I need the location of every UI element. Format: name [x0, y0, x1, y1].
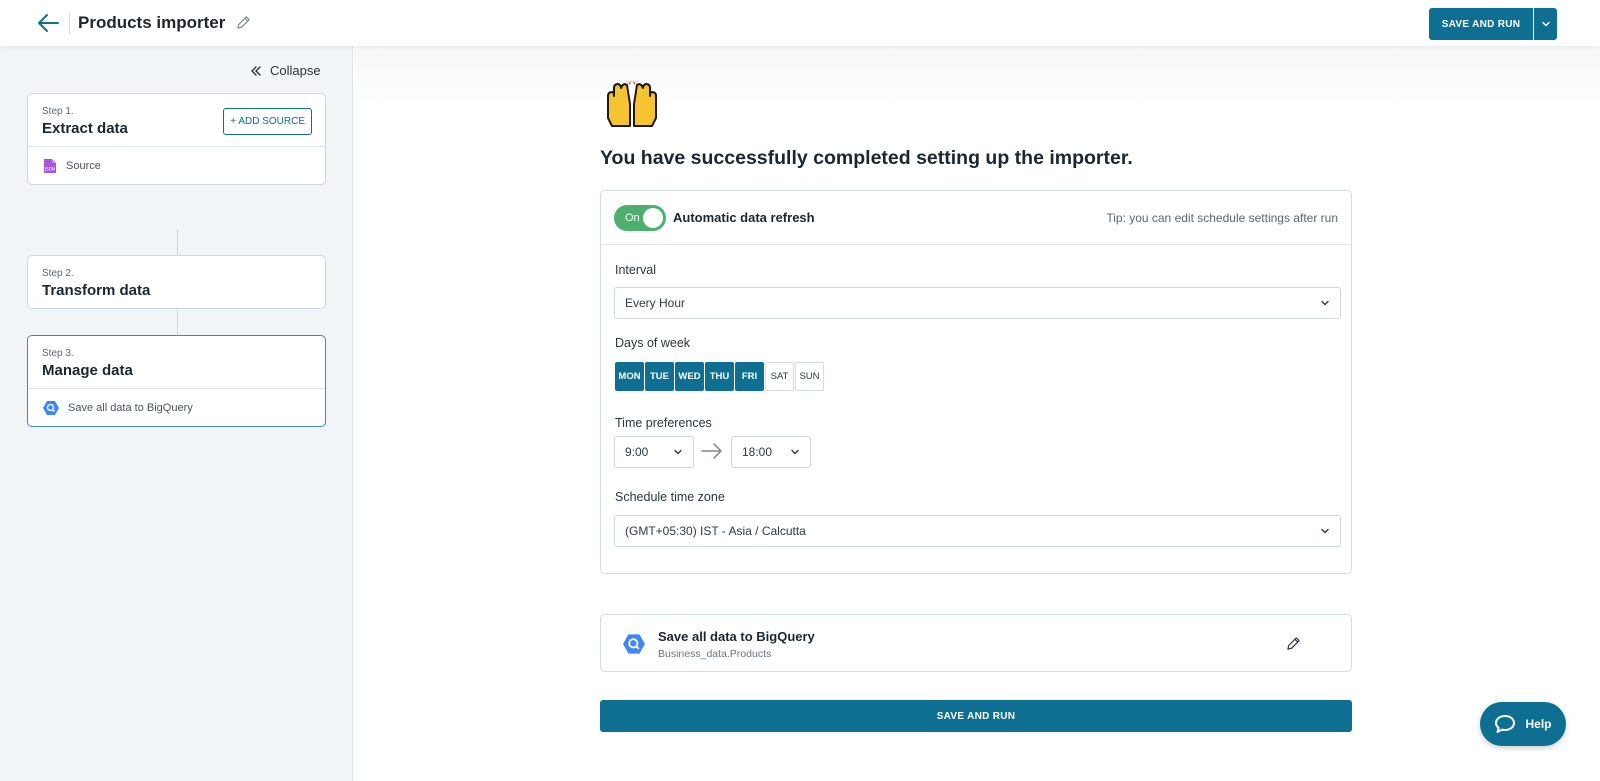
collapse-label: Collapse — [270, 63, 321, 78]
save-options-dropdown-button[interactable] — [1533, 8, 1557, 40]
json-file-icon: JSON — [44, 158, 56, 173]
days-of-week-selector: MON TUE WED THU FRI SAT SUN — [615, 362, 824, 391]
step-item-label: Source — [66, 159, 101, 172]
day-wed[interactable]: WED — [675, 362, 704, 391]
time-zone-select[interactable]: (GMT+05:30) IST - Asia / Calcutta — [614, 515, 1341, 547]
chevron-down-icon — [1541, 21, 1550, 27]
header-save-and-run-button[interactable]: SAVE AND RUN — [1429, 8, 1533, 40]
day-mon[interactable]: MON — [615, 362, 644, 391]
svg-text:JSON: JSON — [44, 166, 55, 171]
chevron-down-icon — [791, 449, 799, 455]
destination-title: Save all data to BigQuery — [658, 629, 815, 644]
pencil-icon[interactable] — [1286, 636, 1301, 651]
bigquery-icon — [43, 400, 59, 415]
top-bar: Products importer SAVE AND RUN — [0, 0, 1600, 46]
time-to-select[interactable]: 18:00 — [731, 436, 811, 468]
chevron-down-icon — [1321, 300, 1329, 306]
day-fri[interactable]: FRI — [735, 362, 764, 391]
days-of-week-label: Days of week — [615, 336, 691, 350]
destination-card: Save all data to BigQuery Business_data.… — [600, 614, 1352, 672]
step-item-label: Save all data to BigQuery — [68, 401, 193, 414]
chevron-down-icon — [674, 449, 682, 455]
step-item-bigquery[interactable]: Save all data to BigQuery — [28, 388, 325, 426]
auto-refresh-toggle[interactable]: On — [614, 205, 666, 231]
interval-label: Interval — [615, 263, 656, 277]
pencil-icon[interactable] — [236, 15, 251, 30]
step-card-transform[interactable]: Step 2. Transform data — [27, 255, 326, 309]
schedule-tip: Tip: you can edit schedule settings afte… — [1106, 211, 1338, 225]
auto-refresh-label: Automatic data refresh — [673, 210, 815, 225]
step-item-source[interactable]: JSON Source — [28, 146, 325, 184]
time-preferences-label: Time preferences — [615, 416, 712, 430]
double-chevron-left-icon — [251, 65, 261, 76]
step-card-extract[interactable]: Step 1. Extract data + ADD SOURCE JSON S… — [27, 93, 326, 185]
bigquery-icon — [623, 634, 645, 654]
steps-sidebar: Collapse Step 1. Extract data + ADD SOUR… — [0, 46, 353, 781]
day-sat[interactable]: SAT — [765, 362, 794, 391]
step-header: Step 3. Manage data — [28, 336, 325, 388]
chevron-down-icon — [1321, 528, 1329, 534]
schedule-card: On Automatic data refresh Tip: you can e… — [600, 190, 1352, 574]
save-and-run-button[interactable]: SAVE AND RUN — [600, 700, 1352, 732]
arrow-right-icon — [701, 443, 722, 459]
toggle-knob — [643, 208, 663, 228]
destination-table: Business_data.Products — [658, 648, 772, 660]
step-header: Step 1. Extract data + ADD SOURCE — [28, 94, 325, 146]
time-zone-label: Schedule time zone — [615, 490, 725, 504]
time-to-value: 18:00 — [742, 445, 773, 459]
raising-hands-icon — [607, 79, 657, 127]
success-message: You have successfully completed setting … — [600, 147, 1133, 169]
step-title: Manage data — [42, 362, 133, 379]
step-connector — [177, 309, 178, 335]
interval-select[interactable]: Every Hour — [614, 287, 1341, 319]
header-save-group: SAVE AND RUN — [1429, 8, 1557, 40]
time-from-select[interactable]: 9:00 — [614, 436, 694, 468]
interval-value: Every Hour — [625, 296, 686, 310]
step-title: Transform data — [42, 282, 151, 299]
step-header: Step 2. Transform data — [28, 256, 325, 308]
step-number: Step 2. — [42, 268, 74, 279]
day-thu[interactable]: THU — [705, 362, 734, 391]
step-card-manage[interactable]: Step 3. Manage data Save all data to Big… — [27, 335, 326, 427]
back-arrow-icon[interactable] — [36, 12, 60, 34]
schedule-header: On Automatic data refresh Tip: you can e… — [601, 191, 1351, 245]
header-divider — [69, 12, 70, 34]
collapse-button[interactable]: Collapse — [250, 63, 321, 78]
time-from-value: 9:00 — [625, 445, 649, 459]
step-number: Step 3. — [42, 348, 74, 359]
step-connector — [177, 229, 178, 255]
page-title: Products importer — [78, 13, 226, 32]
help-button[interactable]: Help — [1480, 702, 1566, 746]
chat-bubble-icon — [1495, 715, 1516, 733]
add-source-button[interactable]: + ADD SOURCE — [223, 108, 312, 135]
help-label: Help — [1525, 717, 1552, 731]
day-sun[interactable]: SUN — [795, 362, 824, 391]
toggle-label: On — [625, 212, 640, 224]
time-zone-value: (GMT+05:30) IST - Asia / Calcutta — [625, 524, 806, 538]
day-tue[interactable]: TUE — [645, 362, 674, 391]
